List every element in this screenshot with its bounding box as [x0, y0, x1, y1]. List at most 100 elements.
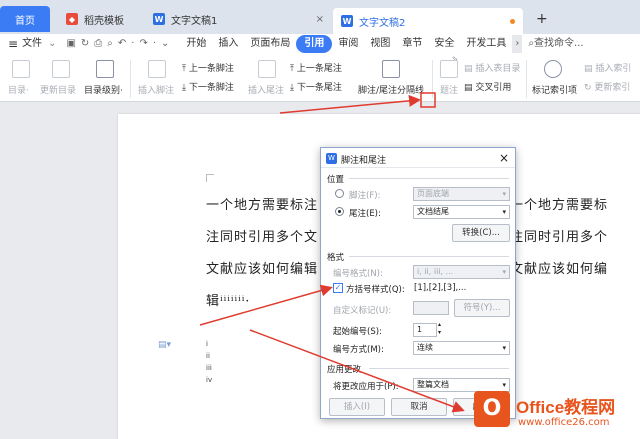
doc-line-1-right: 一个地方需要标: [510, 198, 609, 213]
tab-home[interactable]: 首页: [0, 6, 50, 32]
toc-icon: [12, 60, 30, 78]
convert-button[interactable]: 转换(C)...: [452, 224, 510, 242]
endnote-position-value: 文档结尾: [417, 207, 449, 216]
menu-references[interactable]: 引用: [296, 35, 333, 53]
paste-options-icon[interactable]: ▤▾: [158, 340, 171, 350]
dialog-titlebar: W 脚注和尾注 ×: [321, 148, 515, 168]
search-command-label: 查找命令...: [533, 38, 584, 49]
prev-endnote-button[interactable]: ⤒ 上一条尾注: [290, 61, 342, 74]
prev-endnote-label: 上一条尾注: [296, 64, 342, 74]
bracket-style-checkbox[interactable]: ✓: [333, 283, 343, 293]
start-number-label: 起始编号(S):: [333, 327, 382, 337]
footnote-radio[interactable]: [335, 189, 344, 198]
watermark: O Office教程网 www.office26.com: [470, 387, 640, 439]
caption-button[interactable]: 题注: [440, 83, 458, 96]
mark-index-button[interactable]: 标记索引项: [532, 83, 577, 96]
menu-insert[interactable]: 插入: [212, 35, 244, 53]
index-icon: ▤: [584, 64, 596, 74]
apply-to-label: 将更改应用于(P):: [333, 382, 399, 392]
tab-doc1[interactable]: W 文字文稿1 ×: [145, 8, 330, 30]
close-icon[interactable]: ×: [499, 151, 509, 165]
cross-ref-label: 交叉引用: [475, 83, 512, 93]
title-bar: 首页 ◆ 稻壳模板 W 文字文稿1 × W 文字文稿2 +: [0, 0, 640, 34]
next-endnote-icon: ⤓: [290, 83, 297, 93]
ribbon-separator: [432, 60, 433, 98]
chevron-right-icon[interactable]: ›: [512, 35, 523, 53]
endnote-radio[interactable]: [335, 207, 344, 216]
cancel-button[interactable]: 取消: [391, 398, 447, 416]
toc-level-button[interactable]: 目录级别·: [84, 83, 123, 96]
watermark-brand: Office教程网: [516, 398, 616, 417]
ribbon-separator: [130, 60, 131, 98]
numbering-select[interactable]: 连续 ▾: [413, 341, 510, 355]
insert-index-button[interactable]: ▤ 插入索引: [584, 61, 631, 74]
insert-tof-label: 插入表目录: [475, 64, 521, 74]
tab-doc2[interactable]: W 文字文稿2: [333, 8, 523, 34]
insert-index-label: 插入索引: [595, 64, 632, 74]
office-logo-icon: O: [474, 391, 510, 427]
menu-security[interactable]: 安全: [428, 35, 460, 53]
menu-home[interactable]: 开始: [180, 35, 212, 53]
menu-file[interactable]: 文件: [20, 35, 44, 53]
group-divider: [349, 256, 509, 257]
group-divider: [349, 178, 509, 179]
prev-footnote-icon: ⤒: [182, 64, 189, 74]
chevron-down-icon: ▾: [502, 208, 506, 216]
docer-icon: ◆: [66, 13, 78, 25]
refresh-icon: ↻: [584, 83, 595, 93]
bracket-style-value: [1],[2],[3],...: [414, 283, 467, 293]
doc-line-4: 辑ⁱⁱⁱⁱⁱⁱⁱ·: [206, 294, 251, 309]
next-footnote-button[interactable]: ⤓ 下一条脚注: [182, 80, 234, 93]
apply-to-value: 整篇文档: [417, 380, 449, 389]
menu-view[interactable]: 视图: [364, 35, 396, 53]
number-format-select[interactable]: i, ii, iii, ... ▾: [413, 265, 510, 279]
number-format-value: i, ii, iii, ...: [417, 267, 454, 276]
tab-doc2-label: 文字文稿2: [359, 17, 406, 29]
quick-access-icons[interactable]: ▣↻⎙⌕↶·↷·⌄: [60, 35, 180, 53]
custom-mark-input[interactable]: [413, 301, 449, 315]
number-format-label: 编号格式(N):: [333, 269, 383, 279]
doc-line-3-right: 文献应该如何编: [510, 262, 609, 277]
insert-button[interactable]: 插入(I): [329, 398, 385, 416]
search-command[interactable]: ⌕查找命令...: [522, 35, 589, 53]
cross-ref-button[interactable]: ▤ 交叉引用: [464, 80, 511, 93]
chevron-down-icon[interactable]: ⌄: [44, 35, 60, 53]
endnote-position-select[interactable]: 文档结尾 ▾: [413, 205, 510, 219]
menu-developer[interactable]: 开发工具: [460, 35, 512, 53]
toc-button[interactable]: 目录·: [8, 83, 29, 96]
insert-endnote-button[interactable]: 插入尾注: [248, 83, 284, 96]
writer-icon: W: [326, 153, 337, 164]
close-tab-icon[interactable]: ×: [316, 14, 324, 25]
hamburger-icon[interactable]: ≡: [0, 35, 20, 53]
separator-line-button[interactable]: 脚注/尾注分隔线: [358, 83, 424, 96]
update-toc-button[interactable]: 更新目录: [40, 83, 76, 96]
menu-chapter[interactable]: 章节: [396, 35, 428, 53]
insert-tof-button[interactable]: ▤ 插入表目录: [464, 61, 520, 74]
menu-layout[interactable]: 页面布局: [244, 35, 296, 53]
endnote-iii: iii: [206, 364, 212, 372]
footnote-endnote-dialog: W 脚注和尾注 × 位置 脚注(F): 页面底端 ▾ 尾注(E): 文档结尾 ▾ 转…: [320, 147, 516, 419]
update-index-button[interactable]: ↻ 更新索引: [584, 80, 630, 93]
watermark-url: www.office26.com: [518, 417, 610, 428]
custom-mark-label: 自定义标记(U):: [333, 306, 392, 316]
endnote-i: i: [206, 340, 208, 348]
tab-docer[interactable]: ◆ 稻壳模板: [58, 8, 132, 30]
insert-footnote-button[interactable]: 插入脚注: [138, 83, 174, 96]
spinner-arrows-icon[interactable]: ▴ ▾: [438, 321, 441, 337]
footnote-position-select[interactable]: 页面底端 ▾: [413, 187, 510, 201]
symbol-button[interactable]: 符号(Y)...: [454, 299, 510, 317]
dialog-title: 脚注和尾注: [341, 156, 387, 166]
doc-line-1: 一个地方需要标注: [206, 198, 319, 213]
next-endnote-button[interactable]: ⤓ 下一条尾注: [290, 80, 342, 93]
cross-ref-icon: ▤: [464, 83, 476, 93]
numbering-value: 连续: [417, 343, 433, 352]
menu-review[interactable]: 审阅: [332, 35, 364, 53]
endnote-ii: ii: [206, 352, 210, 360]
insert-footnote-icon: [148, 60, 166, 78]
new-tab-button[interactable]: +: [528, 8, 556, 30]
prev-footnote-button[interactable]: ⤒ 上一条脚注: [182, 61, 234, 74]
tab-home-label: 首页: [15, 15, 35, 27]
start-number-input[interactable]: 1: [413, 323, 437, 337]
group-divider: [369, 368, 509, 369]
start-number-value: 1: [417, 325, 423, 334]
